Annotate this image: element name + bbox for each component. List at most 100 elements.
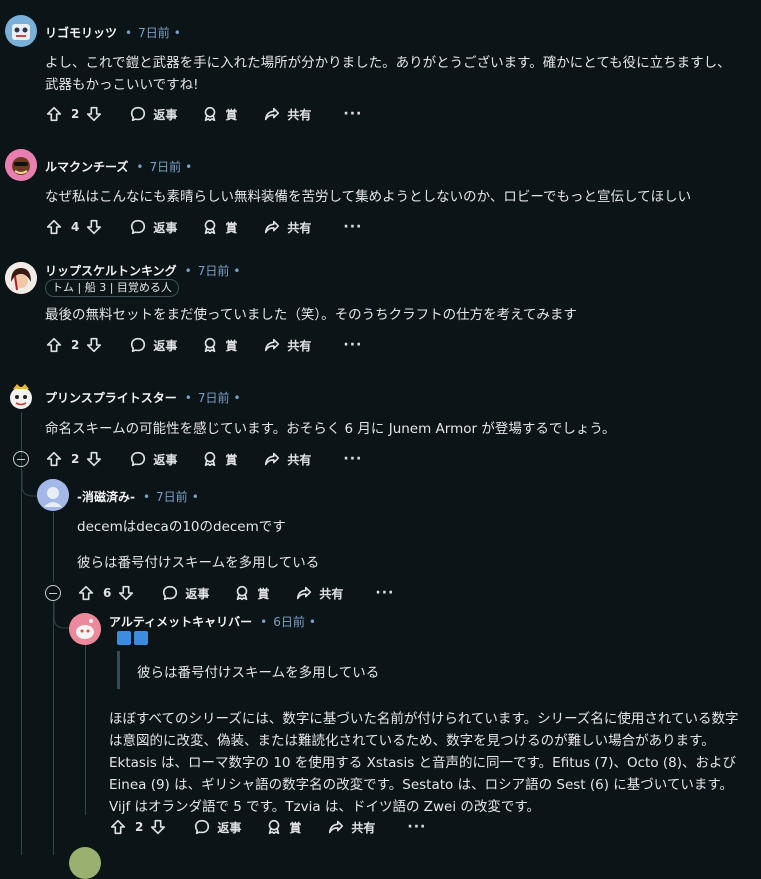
reply-button[interactable]: 返事 [129,218,177,236]
award-button[interactable]: 賞 [233,584,269,602]
vote-count: 2 [71,338,80,352]
avatar[interactable] [69,847,101,879]
vote-count: 6 [103,586,112,600]
thread-line [53,512,54,582]
upvote-icon[interactable] [45,336,63,354]
vote-group: 2 [45,105,103,123]
username[interactable]: ルマクンチーズ • 7日前 • [45,158,192,175]
user-flair: トム | 船 3 | 目覚める人 [45,279,179,297]
comment-actions: 2 返事 賞 共有 ··· [109,815,426,839]
share-icon [265,107,280,121]
vote-group: 6 [77,584,135,602]
downvote-icon[interactable] [117,584,135,602]
award-icon [205,106,216,122]
comment-actions: 4 返事 賞 共有 ··· [45,215,362,239]
upvote-icon[interactable] [45,450,63,468]
comment-icon [131,106,146,122]
username[interactable]: リップスケルトンキング • 7日前 • [45,262,240,279]
vote-group: 4 [45,218,103,236]
comment-icon [195,819,210,835]
share-button[interactable]: 共有 [263,450,311,468]
flair-badge-icon [134,631,148,645]
vote-count: 2 [71,452,80,466]
timestamp: 7日前 [197,264,230,278]
avatar[interactable] [5,380,37,412]
upvote-icon[interactable] [109,818,127,836]
quoted-text: 彼らは番号付けスキームを多用している [137,665,380,681]
reply-button[interactable]: 返事 [161,584,209,602]
username[interactable]: プリンスプライトスター • 7日前 • [45,389,241,406]
comment-icon [131,337,146,353]
avatar[interactable] [5,149,37,181]
share-icon [297,586,312,600]
award-button[interactable]: 賞 [201,105,237,123]
award-icon [205,337,216,353]
thread-line [85,640,86,815]
downvote-icon[interactable] [85,336,103,354]
share-button[interactable]: 共有 [327,818,375,836]
avatar[interactable] [5,15,37,47]
comment-text: 彼らは番号付けスキームを多用している [77,555,320,571]
comment-actions: 2 返事 賞 共有 ··· [45,447,362,471]
share-button[interactable]: 共有 [295,584,343,602]
share-icon [265,338,280,352]
award-icon [237,585,248,601]
share-button[interactable]: 共有 [263,218,311,236]
flair-badge-icon [117,631,131,645]
comment-actions: 6 返事 賞 共有 ··· [77,581,394,605]
vote-group: 2 [45,336,103,354]
timestamp: 7日前 [197,391,230,405]
award-icon [269,819,280,835]
vote-count: 2 [71,107,80,121]
avatar[interactable] [69,613,101,645]
upvote-icon[interactable] [77,584,95,602]
comment-text: 命名スキームの可能性を感じています。おそらく 6 月に Junem Armor … [45,421,616,437]
timestamp: 7日前 [138,26,170,40]
downvote-icon[interactable] [85,218,103,236]
vote-group: 2 [109,818,167,836]
comment-actions: 2 返事 賞 共有 ··· [45,102,362,126]
comment-text: よし、これで鎧と武器を手に入れた場所が分かりました。ありがとうございます。確かに… [45,55,731,93]
award-button[interactable]: 賞 [201,218,237,236]
more-options-button[interactable]: ··· [407,819,426,835]
share-button[interactable]: 共有 [263,336,311,354]
timestamp: 7日前 [156,490,188,504]
award-button[interactable]: 賞 [265,818,301,836]
reply-button[interactable]: 返事 [129,105,177,123]
award-button[interactable]: 賞 [201,450,237,468]
username[interactable]: リゴモリッツ • 7日前 • [45,24,181,41]
comment-text: decemはdecaの10のdecemです [77,519,286,535]
reply-button[interactable]: 返事 [129,450,177,468]
comment-text: ほぼすべてのシリーズには、数字に基づいた名前が付けられています。シリーズ名に使用… [109,711,739,815]
comment-icon [163,585,178,601]
comment-icon [131,219,146,235]
username[interactable]: アルティメットキャリバー • 6日前 • [109,613,316,630]
username[interactable]: -消磁済み- • 7日前 • [77,488,199,505]
share-icon [329,820,344,834]
vote-count: 4 [71,220,80,234]
downvote-icon[interactable] [149,818,167,836]
quote-bar [117,651,120,689]
vote-count: 2 [135,820,144,834]
more-options-button[interactable]: ··· [375,585,394,601]
reply-button[interactable]: 返事 [193,818,241,836]
upvote-icon[interactable] [45,218,63,236]
avatar[interactable] [5,262,37,294]
collapse-thread-button[interactable] [45,585,61,601]
more-options-button[interactable]: ··· [343,451,362,467]
collapse-thread-button[interactable] [13,451,29,467]
more-options-button[interactable]: ··· [343,106,362,122]
share-button[interactable]: 共有 [263,105,311,123]
timestamp: 6日前 [273,615,305,629]
vote-group: 2 [45,450,103,468]
avatar[interactable] [37,479,69,511]
more-options-button[interactable]: ··· [343,219,362,235]
comment-text: 最後の無料セットをまだ使っていました（笑）。そのうちクラフトの仕方を考えてみます [45,307,577,323]
downvote-icon[interactable] [85,450,103,468]
reply-button[interactable]: 返事 [129,336,177,354]
downvote-icon[interactable] [85,105,103,123]
award-button[interactable]: 賞 [201,336,237,354]
timestamp: 7日前 [149,160,182,174]
upvote-icon[interactable] [45,105,63,123]
more-options-button[interactable]: ··· [343,337,362,353]
